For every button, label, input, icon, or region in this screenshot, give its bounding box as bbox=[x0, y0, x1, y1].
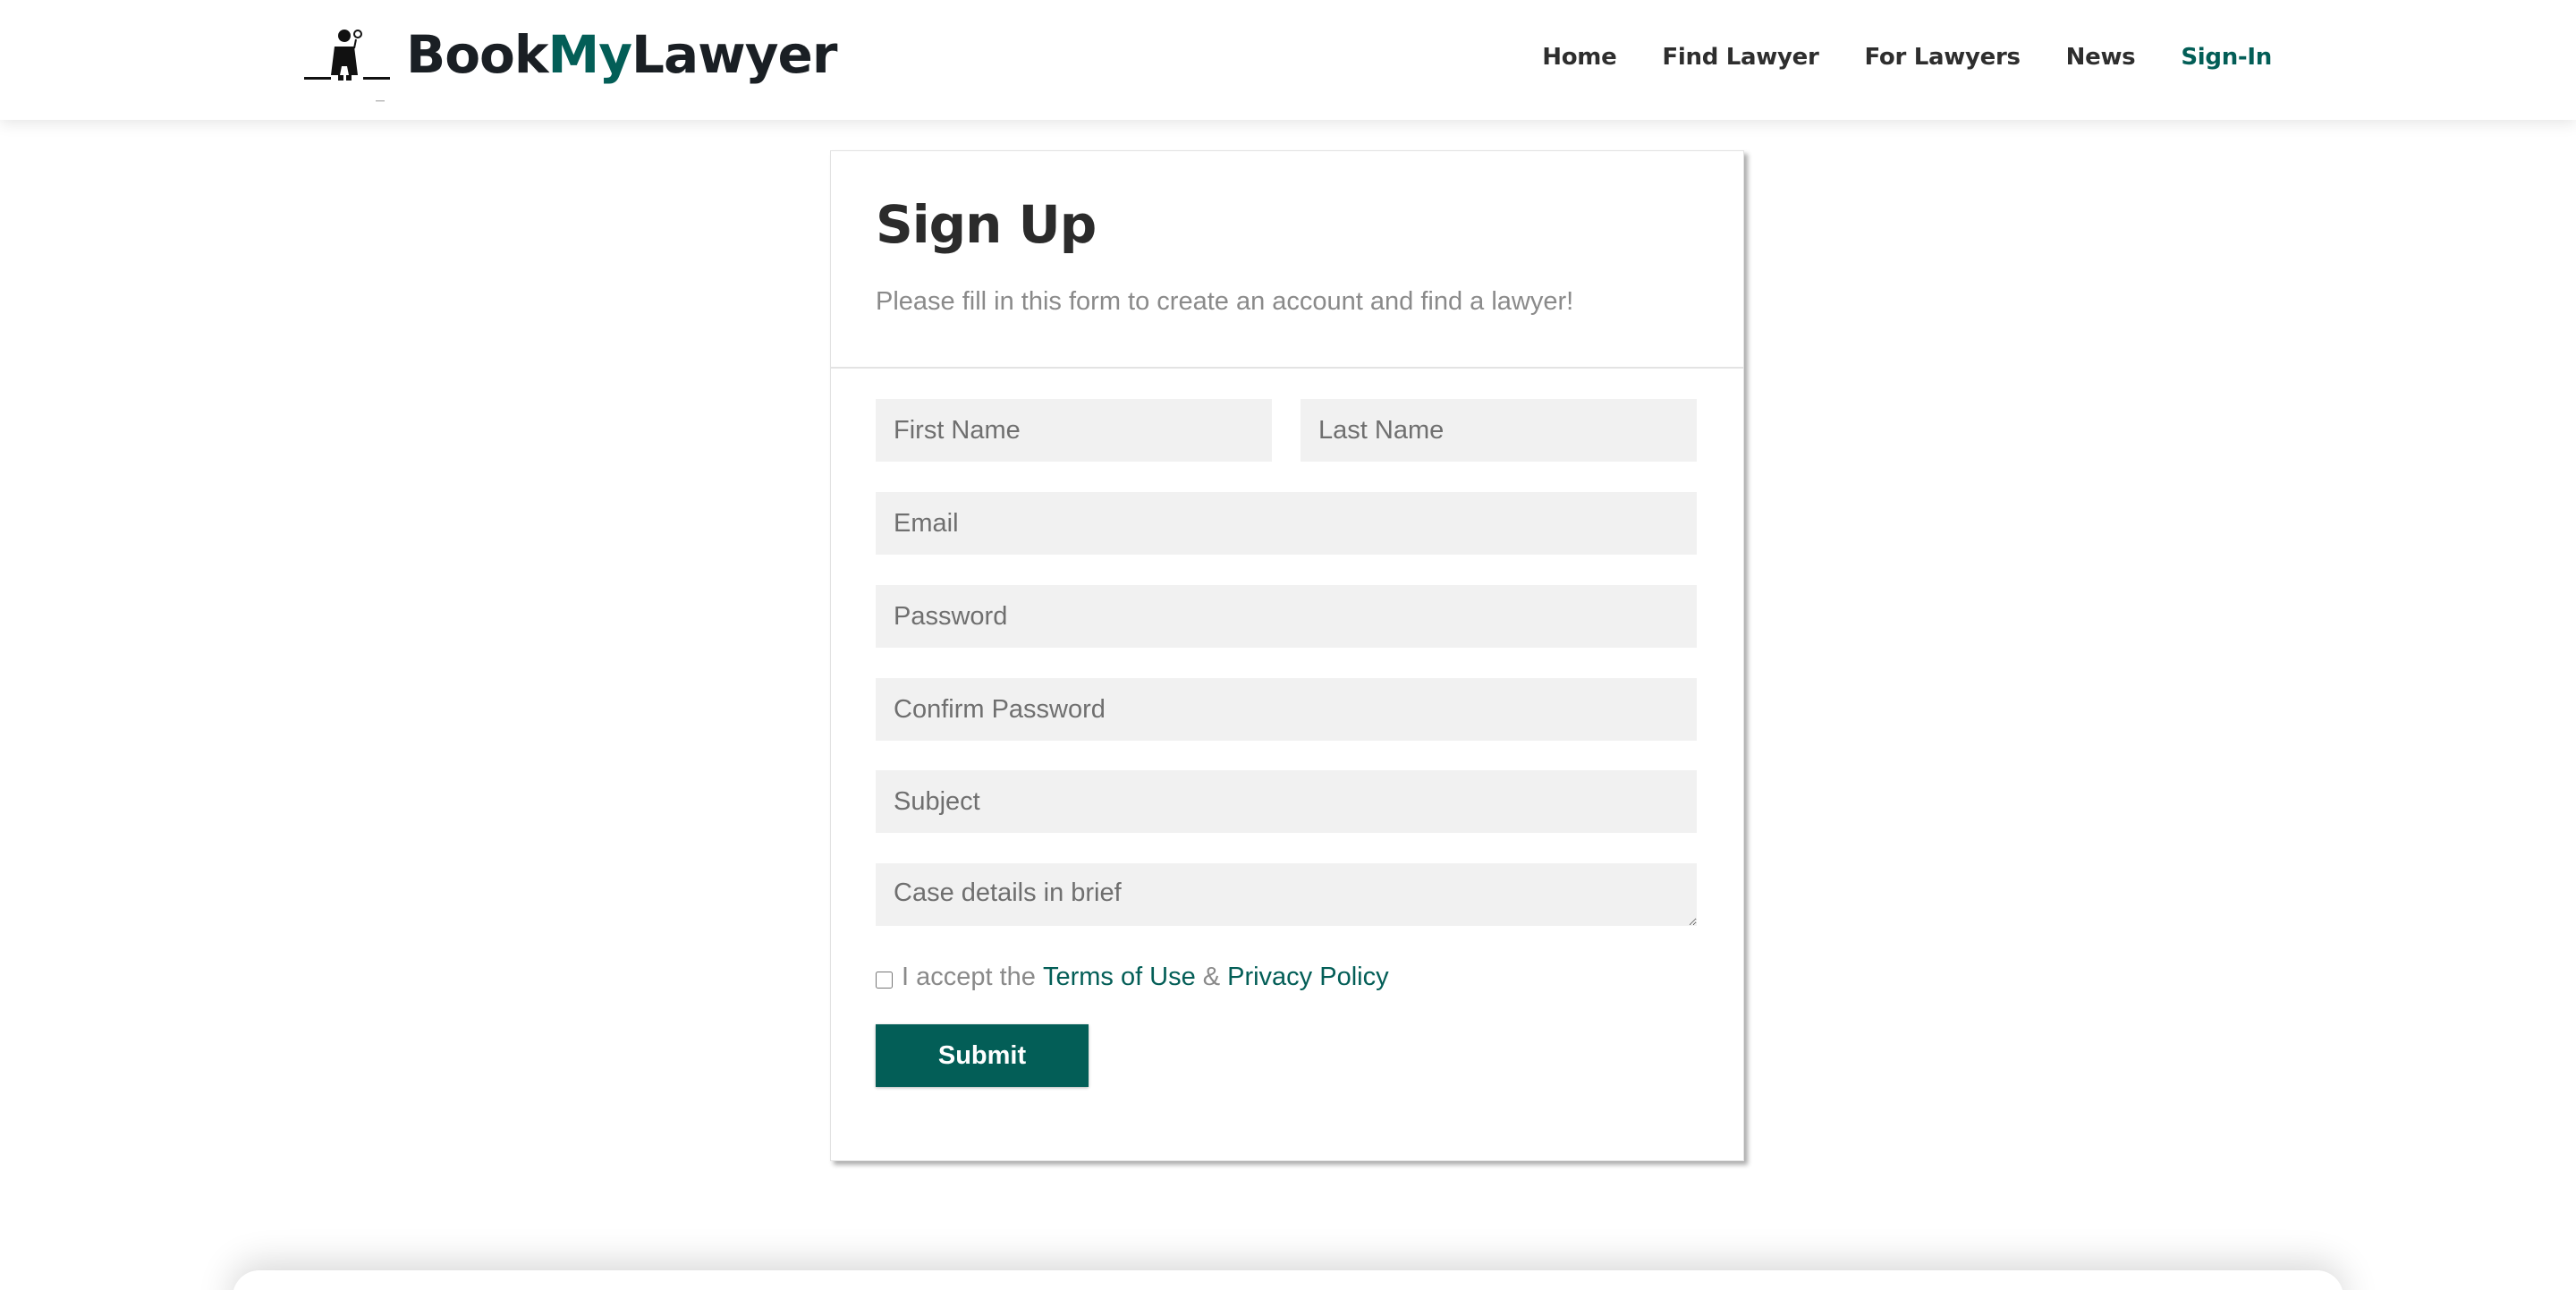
nav-item-home[interactable]: Home bbox=[1542, 44, 1616, 71]
lawyer-figure-icon bbox=[304, 30, 390, 102]
nav-item-news[interactable]: News bbox=[2066, 44, 2136, 71]
submit-button[interactable]: Submit bbox=[876, 1024, 1089, 1087]
page-title: Sign Up bbox=[876, 194, 1097, 255]
signup-card-header: Sign Up Please fill in this form to crea… bbox=[831, 151, 1743, 369]
case-details-textarea[interactable] bbox=[876, 863, 1697, 926]
subject-field[interactable] bbox=[876, 770, 1697, 833]
logo-wordmark: BookMyLawyer bbox=[406, 24, 837, 85]
terms-separator: & bbox=[1202, 962, 1221, 991]
confirm-password-field[interactable] bbox=[876, 678, 1697, 741]
site-header: BookMyLawyer Home Find Lawyer For Lawyer… bbox=[0, 0, 2576, 120]
terms-of-use-link[interactable]: Terms of Use bbox=[1043, 963, 1196, 992]
main-nav: Home Find Lawyer For Lawyers News Sign-I… bbox=[1542, 39, 2272, 75]
site-logo[interactable]: BookMyLawyer bbox=[304, 24, 837, 107]
page-subtitle: Please fill in this form to create an ac… bbox=[876, 287, 1574, 316]
terms-prefix: I accept the bbox=[902, 962, 1036, 991]
password-field[interactable] bbox=[876, 585, 1697, 648]
email-field[interactable] bbox=[876, 492, 1697, 555]
first-name-field[interactable] bbox=[876, 399, 1272, 462]
terms-row: I accept the Terms of Use & Privacy Poli… bbox=[876, 959, 1389, 995]
nav-item-find-lawyer[interactable]: Find Lawyer bbox=[1662, 44, 1818, 71]
nav-item-for-lawyers[interactable]: For Lawyers bbox=[1865, 44, 2021, 71]
accept-terms-checkbox[interactable] bbox=[876, 971, 893, 989]
signup-card: Sign Up Please fill in this form to crea… bbox=[830, 150, 1744, 1161]
footer-edge bbox=[233, 1270, 2343, 1290]
last-name-field[interactable] bbox=[1301, 399, 1697, 462]
nav-item-sign-in[interactable]: Sign-In bbox=[2181, 44, 2272, 71]
privacy-policy-link[interactable]: Privacy Policy bbox=[1227, 963, 1389, 992]
